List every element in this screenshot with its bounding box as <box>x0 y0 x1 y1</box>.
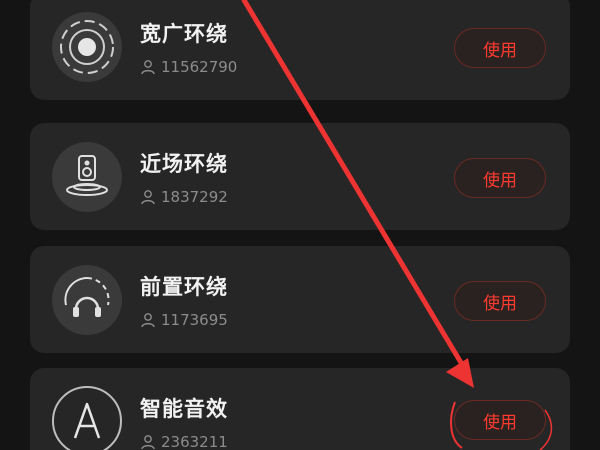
effect-title: 智能音效 <box>140 397 228 421</box>
effect-card-nearfield-surround[interactable]: 近场环绕 1837292 使用 <box>30 123 570 230</box>
effect-title: 宽广环绕 <box>140 22 228 46</box>
nearfield-speaker-icon <box>52 142 122 212</box>
user-count: 1837292 <box>140 188 228 206</box>
effect-title: 前置环绕 <box>140 275 228 299</box>
use-button[interactable]: 使用 <box>454 158 546 198</box>
wide-surround-icon <box>52 12 122 82</box>
sound-effects-screen: 宽广环绕 11562790 使用 近场环绕 1837292 使用 前置环绕 11… <box>0 0 600 450</box>
user-count-value: 1173695 <box>161 311 228 329</box>
user-count: 11562790 <box>140 58 237 76</box>
user-count: 2363211 <box>140 433 228 450</box>
user-icon <box>141 313 155 328</box>
effect-title: 近场环绕 <box>140 152 228 176</box>
use-button[interactable]: 使用 <box>454 281 546 321</box>
effect-card-smart-sound[interactable]: 智能音效 2363211 使用 <box>30 368 570 450</box>
user-icon <box>141 435 155 450</box>
user-count-value: 11562790 <box>161 58 238 76</box>
user-count: 1173695 <box>140 311 228 329</box>
headphones-front-icon <box>52 265 122 335</box>
user-icon <box>141 60 155 75</box>
use-button[interactable]: 使用 <box>454 28 546 68</box>
effect-card-wide-surround[interactable]: 宽广环绕 11562790 使用 <box>30 0 570 100</box>
user-icon <box>141 190 155 205</box>
effect-card-front-surround[interactable]: 前置环绕 1173695 使用 <box>30 246 570 353</box>
user-count-value: 1837292 <box>161 188 228 206</box>
smart-a-icon <box>52 386 122 450</box>
use-button[interactable]: 使用 <box>454 400 546 440</box>
user-count-value: 2363211 <box>161 433 228 450</box>
